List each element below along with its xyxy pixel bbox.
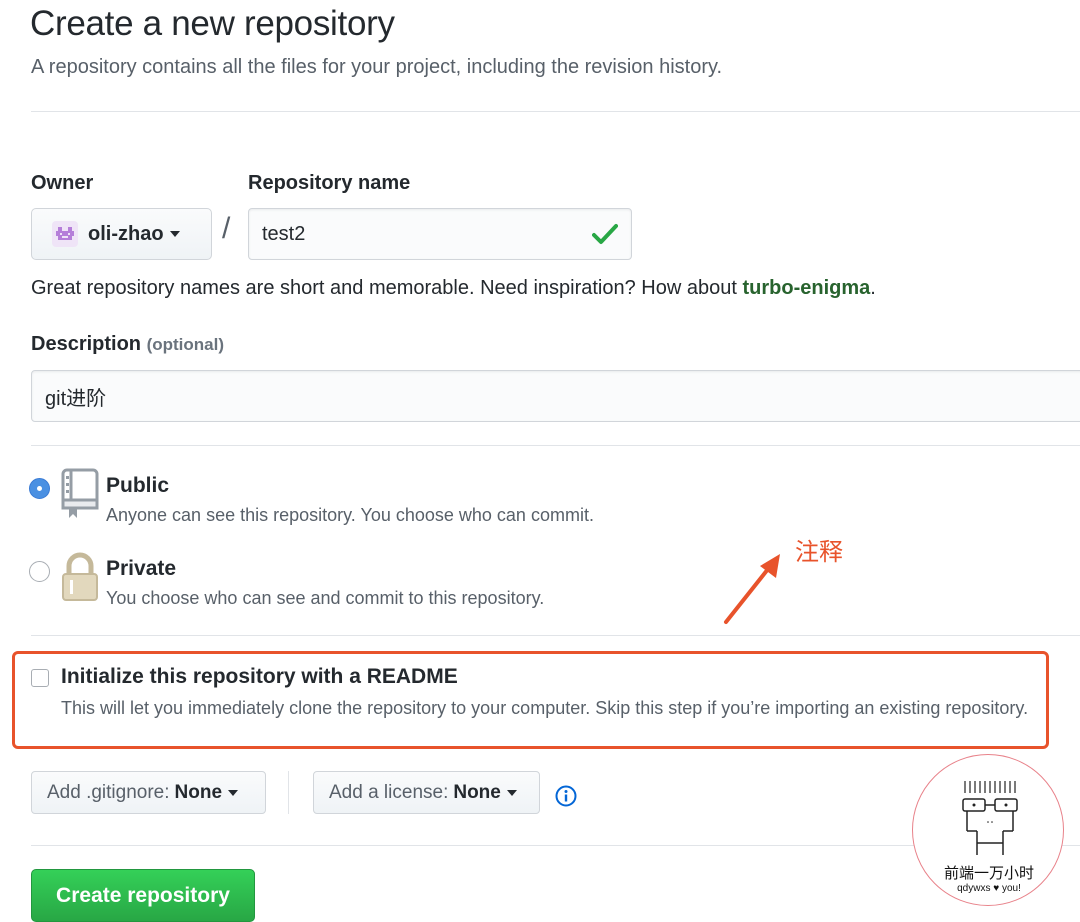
watermark-tagline: qdywxs ♥ you!: [957, 883, 1021, 894]
repo-book-icon: [61, 468, 99, 518]
license-select-button[interactable]: Add a license: None: [313, 771, 540, 814]
private-description: You choose who can see and commit to thi…: [106, 588, 545, 608]
repo-name-hint: Great repository names are short and mem…: [31, 277, 876, 299]
gitignore-value: None: [174, 781, 223, 803]
public-description: Anyone can see this repository. You choo…: [106, 505, 594, 525]
watermark-name: 前端一万小时: [943, 865, 1034, 882]
lock-icon: [62, 552, 98, 601]
visibility-divider: [31, 635, 1080, 636]
description-input[interactable]: [31, 370, 1080, 422]
repo-name-label: Repository name: [248, 172, 411, 194]
header-divider: [31, 111, 1080, 112]
owner-repo-separator: /: [222, 212, 231, 245]
create-repository-button[interactable]: Create repository: [31, 869, 255, 922]
page-title: Create a new repository: [30, 4, 395, 43]
mascot-icon: [962, 781, 1018, 855]
license-value: None: [453, 781, 501, 803]
check-icon: [592, 224, 618, 244]
page-subtitle: A repository contains all the files for …: [31, 56, 723, 78]
readme-title: Initialize this repository with a README: [61, 665, 458, 688]
chevron-down-icon: [228, 789, 239, 796]
readme-checkbox[interactable]: [31, 669, 49, 687]
name-suggestion-link[interactable]: turbo-enigma: [742, 277, 870, 299]
description-divider: [31, 445, 1080, 446]
gitignore-select-button[interactable]: Add .gitignore: None: [31, 771, 266, 814]
owner-label: Owner: [31, 172, 94, 194]
annotation-label: 注释: [795, 539, 843, 566]
heart-icon: ♥: [993, 883, 1000, 894]
private-title: Private: [106, 557, 177, 580]
public-title: Public: [106, 474, 170, 497]
repo-name-input[interactable]: [248, 208, 632, 260]
watermark-stamp: 前端一万小时 qdywxs ♥ you!: [912, 754, 1064, 906]
description-label: Description (optional): [31, 333, 225, 355]
options-separator: [288, 771, 289, 814]
chevron-down-icon: [169, 231, 180, 237]
public-radio[interactable]: [29, 478, 50, 499]
owner-name: oli-zhao: [88, 222, 164, 245]
info-icon[interactable]: [555, 785, 577, 807]
owner-select-button[interactable]: oli-zhao: [31, 208, 212, 260]
optional-tag: (optional): [146, 335, 225, 354]
annotation-arrow-icon: [724, 554, 780, 624]
chevron-down-icon: [506, 789, 517, 796]
readme-description: This will let you immediately clone the …: [61, 698, 1029, 718]
avatar-icon: [52, 221, 78, 247]
private-radio[interactable]: [29, 561, 50, 582]
